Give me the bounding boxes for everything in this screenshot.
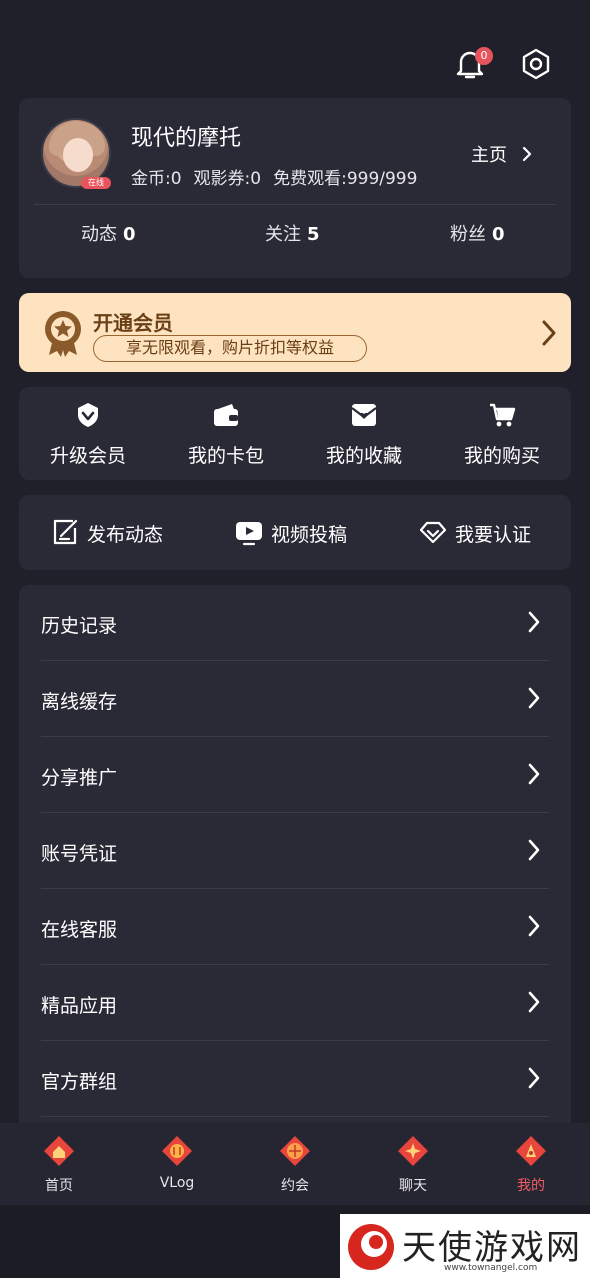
following-count-label: 关注	[265, 224, 301, 245]
chevron-right-icon	[528, 687, 540, 709]
creator-actions: 发布动态 视频投稿 我要认证	[19, 495, 571, 570]
tab-label: 我的	[517, 1178, 545, 1194]
chat-tab-icon	[398, 1136, 428, 1166]
tab-label: 聊天	[399, 1178, 427, 1194]
vip-subtitle: 享无限观看，购片折扣等权益	[93, 335, 367, 362]
diamond-icon	[419, 521, 447, 544]
menu-item-history[interactable]: 历史记录	[41, 585, 549, 661]
menu-item-label: 官方群组	[41, 1071, 118, 1093]
cart-icon	[490, 403, 516, 427]
verify-label: 我要认证	[455, 524, 532, 546]
menu-item-label: 历史记录	[41, 615, 118, 637]
followers-count-label: 粉丝	[450, 224, 486, 245]
upgrade-vip-label: 升级会员	[49, 445, 126, 467]
chevron-right-icon	[528, 839, 540, 861]
watermark-url: www.townangel.com	[444, 1263, 538, 1273]
purchases-button[interactable]: 我的购买	[433, 387, 571, 480]
menu-item-customer-service[interactable]: 在线客服	[41, 889, 549, 965]
vip-banner[interactable]: 开通会员 享无限观看，购片折扣等权益	[19, 293, 571, 372]
wallet-label: 我的卡包	[187, 445, 264, 467]
followers-count[interactable]: 粉丝 0	[450, 220, 505, 246]
menu-item-label: 在线客服	[41, 919, 118, 941]
following-count[interactable]: 关注 5	[265, 220, 320, 246]
tab-vlog[interactable]: VLog	[118, 1123, 236, 1205]
vip-medal-icon	[45, 311, 81, 357]
chevron-right-icon	[528, 991, 540, 1013]
username: 现代的摩托	[131, 126, 242, 151]
quick-actions: 升级会员 我的卡包 我的收藏 我的购买	[19, 387, 571, 480]
video-upload-icon	[236, 522, 262, 546]
menu-item-share[interactable]: 分享推广	[41, 737, 549, 813]
video-submit-label: 视频投稿	[271, 524, 348, 546]
account-stats: 金币:0 观影券:0 免费观看:999/999	[131, 164, 429, 189]
menu-item-official-groups[interactable]: 官方群组	[41, 1041, 549, 1117]
posts-count[interactable]: 动态 0	[81, 220, 136, 246]
avatar-face	[63, 138, 93, 172]
publish-post-button[interactable]: 发布动态	[51, 517, 201, 547]
tab-home[interactable]: 首页	[0, 1123, 118, 1205]
notification-badge: 0	[475, 47, 493, 65]
chevron-right-icon	[528, 1067, 540, 1089]
social-counts: 动态 0 关注 5 粉丝 0	[19, 220, 571, 250]
menu-item-label: 账号凭证	[41, 843, 118, 865]
vip-shield-icon	[78, 403, 98, 427]
chevron-right-icon	[542, 320, 556, 346]
chevron-right-icon	[528, 915, 540, 937]
tab-label: VLog	[159, 1175, 195, 1191]
homepage-label: 主页	[471, 145, 507, 166]
coins-stat: 金币:0	[131, 169, 182, 189]
posts-count-label: 动态	[81, 224, 117, 245]
menu-item-label: 离线缓存	[41, 691, 118, 713]
online-badge: 在线	[81, 177, 111, 189]
purchases-label: 我的购买	[463, 445, 540, 467]
menu-item-label: 精品应用	[41, 995, 118, 1017]
chevron-right-icon	[522, 146, 531, 162]
profile-card: 在线 现代的摩托 金币:0 观影券:0 免费观看:999/999 主页 动态 0 关注…	[19, 98, 571, 278]
watermark-text: 天使游戏网	[402, 1228, 582, 1268]
tab-label: 首页	[45, 1178, 73, 1194]
tab-chat[interactable]: 聊天	[354, 1123, 472, 1205]
menu-item-label: 分享推广	[41, 767, 118, 789]
menu-item-featured-apps[interactable]: 精品应用	[41, 965, 549, 1041]
chevron-right-icon	[528, 763, 540, 785]
menu-item-account-credential[interactable]: 账号凭证	[41, 813, 549, 889]
wallet-button[interactable]: 我的卡包	[157, 387, 295, 480]
free-views-stat: 免费观看:999/999	[273, 169, 418, 189]
settings-menu: 历史记录 离线缓存 分享推广 账号凭证 在线客服 精品应用 官方群组	[19, 585, 571, 1145]
settings-icon[interactable]	[518, 46, 554, 82]
favorites-label: 我的收藏	[325, 445, 402, 467]
video-submit-button[interactable]: 视频投稿	[235, 517, 385, 547]
home-tab-icon	[44, 1136, 74, 1166]
watermark-logo-icon	[348, 1224, 394, 1270]
wallet-icon	[214, 404, 238, 426]
divider	[34, 204, 556, 205]
tickets-stat: 观影券:0	[193, 169, 262, 189]
vip-title: 开通会员	[93, 311, 173, 335]
favorite-box-icon	[351, 404, 377, 426]
dating-tab-icon	[280, 1136, 310, 1166]
tab-label: 约会	[281, 1178, 309, 1194]
favorites-button[interactable]: 我的收藏	[295, 387, 433, 480]
following-count-value: 5	[307, 224, 320, 245]
menu-item-offline-cache[interactable]: 离线缓存	[41, 661, 549, 737]
tab-dating[interactable]: 约会	[236, 1123, 354, 1205]
top-bar	[0, 40, 590, 90]
tab-mine[interactable]: 我的	[472, 1123, 590, 1205]
verify-button[interactable]: 我要认证	[419, 517, 569, 547]
homepage-link[interactable]: 主页	[471, 141, 533, 167]
posts-count-value: 0	[123, 224, 136, 245]
bottom-tab-bar: 首页 VLog 约会 聊天 我的	[0, 1123, 590, 1205]
edit-icon	[53, 519, 78, 545]
chevron-right-icon	[528, 611, 540, 633]
site-watermark: 天使游戏网 www.townangel.com	[340, 1214, 590, 1278]
followers-count-value: 0	[492, 224, 505, 245]
mine-tab-icon	[516, 1136, 546, 1166]
publish-post-label: 发布动态	[87, 524, 164, 546]
vlog-tab-icon	[162, 1136, 192, 1166]
upgrade-vip-button[interactable]: 升级会员	[19, 387, 157, 480]
